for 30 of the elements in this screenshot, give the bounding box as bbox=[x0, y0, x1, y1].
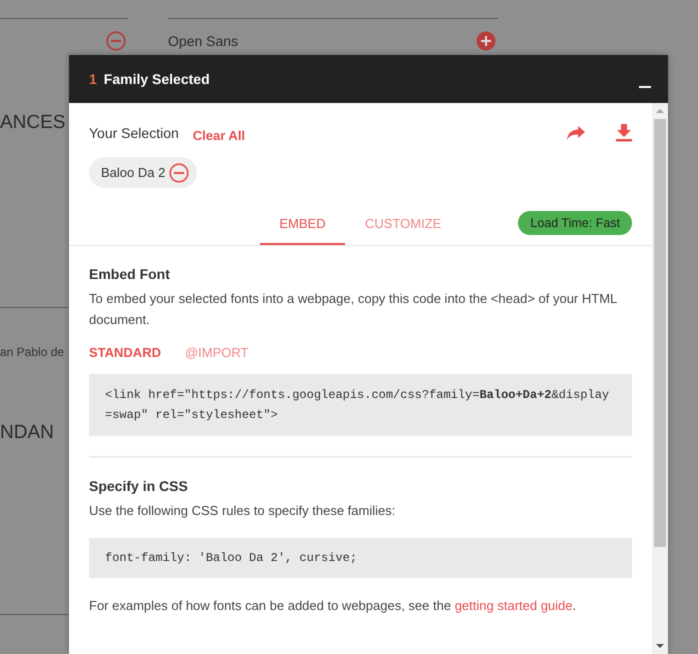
family-count: 1 bbox=[89, 71, 97, 87]
tab[interactable]: CUSTOMIZE bbox=[365, 216, 442, 245]
help-text: For examples of how fonts can be added to webpages, see the getting started guide. bbox=[89, 598, 578, 613]
section-description: To embed your selected fonts into a webpage, copy this code into the <head> of your HTML document. bbox=[89, 290, 618, 329]
selection-label: Your Selection bbox=[89, 125, 179, 141]
minus-icon[interactable] bbox=[169, 162, 190, 182]
clear-all-link[interactable]: Clear All bbox=[192, 128, 246, 142]
share-button[interactable] bbox=[566, 125, 586, 141]
section-heading: ANCES bbox=[0, 112, 66, 134]
method-tab[interactable]: @IMPORT bbox=[184, 345, 248, 360]
plus-icon[interactable] bbox=[476, 31, 496, 51]
section-title: Embed Font bbox=[89, 266, 171, 282]
credit-text: an Pablo de bbox=[0, 345, 64, 359]
code-block: font-family: 'Baloo Da 2', cursive; bbox=[89, 538, 632, 578]
share-icon bbox=[566, 125, 586, 141]
load-time-badge: Load Time: Fast bbox=[518, 211, 632, 235]
section-description: Use the following CSS rules to specify these families: bbox=[89, 502, 396, 520]
chip-label: Baloo Da 2 bbox=[101, 165, 166, 180]
minus-icon[interactable] bbox=[106, 31, 126, 51]
method-tab[interactable]: STANDARD bbox=[89, 345, 161, 360]
scrollbar[interactable] bbox=[652, 103, 668, 654]
download-icon bbox=[616, 124, 632, 142]
code-block: <link href="https://fonts.googleapis.com/css?family=Baloo+Da+2&display=swap" rel="stylesheet"> bbox=[89, 374, 632, 436]
section-heading: NDAN bbox=[0, 422, 54, 444]
tab[interactable]: EMBED bbox=[260, 216, 345, 245]
panel-title: Family Selected bbox=[104, 71, 210, 87]
download-button[interactable] bbox=[616, 124, 632, 142]
font-name: Open Sans bbox=[168, 33, 238, 49]
guide-link[interactable]: getting started guide bbox=[454, 598, 573, 613]
section-title: Specify in CSS bbox=[89, 478, 189, 494]
